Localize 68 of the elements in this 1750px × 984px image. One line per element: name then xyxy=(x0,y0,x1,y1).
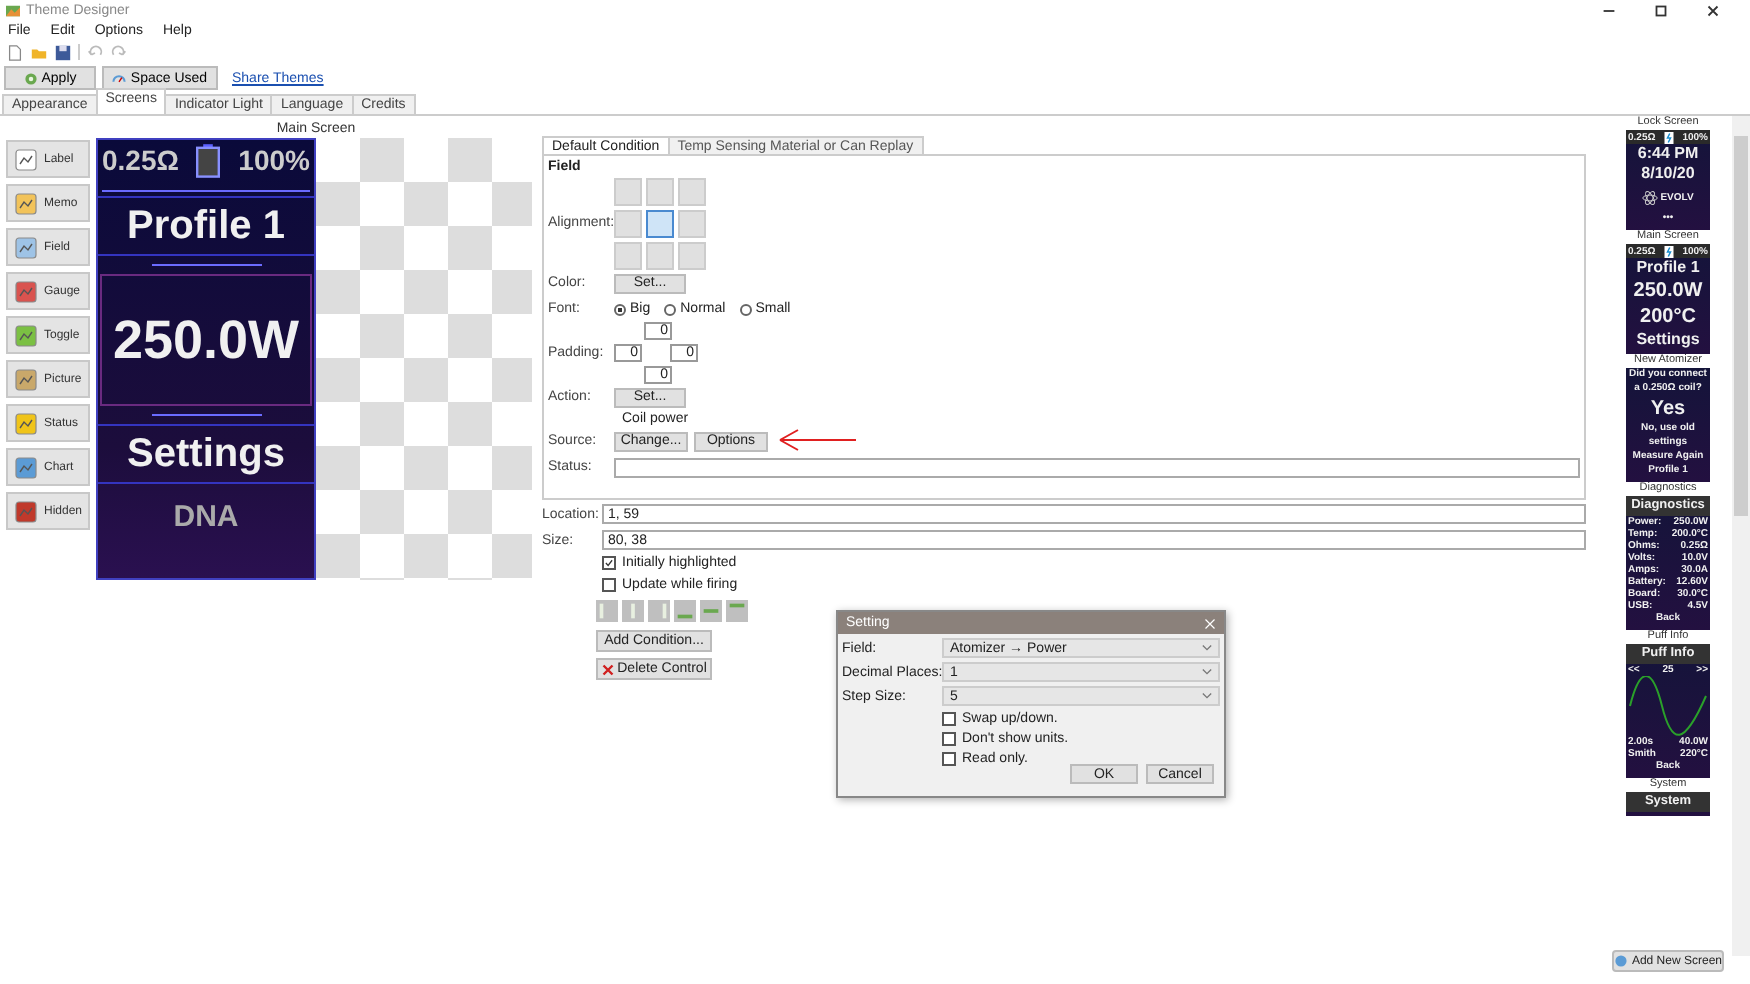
tool-icon xyxy=(14,235,38,259)
redo-icon[interactable] xyxy=(110,43,128,61)
folder-icon[interactable] xyxy=(30,43,48,61)
delete-icon xyxy=(601,663,614,675)
radio-button[interactable] xyxy=(664,303,677,315)
checkbox[interactable] xyxy=(942,751,956,765)
tool-icon xyxy=(14,147,38,171)
alignment-cell[interactable] xyxy=(614,178,642,206)
settings-label: Settings xyxy=(98,424,314,484)
align-button[interactable] xyxy=(648,599,670,621)
sine-wave-drawing xyxy=(1626,676,1710,736)
footer-label: DNA xyxy=(173,498,239,538)
checkbox[interactable] xyxy=(942,711,956,725)
radio-button[interactable] xyxy=(614,303,626,315)
new-file-icon[interactable] xyxy=(6,43,24,61)
gauge-icon xyxy=(112,71,127,85)
profile-label: Profile 1 xyxy=(98,196,314,256)
alignment-cell[interactable] xyxy=(646,210,674,238)
thumb-text: 6:44 PM xyxy=(1637,144,1699,164)
checkbox[interactable] xyxy=(942,731,956,745)
thumb-text: Yes xyxy=(1650,396,1686,422)
alignment-cell[interactable] xyxy=(678,178,706,206)
tool-icon xyxy=(14,279,38,303)
battery-icon xyxy=(196,143,221,177)
checkbox[interactable] xyxy=(602,578,616,592)
power-field[interactable]: 250.0W xyxy=(100,274,312,406)
alignment-cell[interactable] xyxy=(646,178,674,206)
align-button[interactable] xyxy=(726,599,748,621)
atom-logo-icon xyxy=(1642,190,1659,206)
caret-icon xyxy=(1202,644,1212,652)
tool-icon xyxy=(14,191,38,215)
gear-icon xyxy=(23,71,38,85)
checkbox[interactable] xyxy=(602,556,616,570)
alignment-cell[interactable] xyxy=(678,242,706,270)
thumb-text: Settings xyxy=(1636,330,1700,350)
app-icon xyxy=(6,3,20,17)
scrollbar[interactable] xyxy=(1732,116,1750,956)
undo-icon[interactable] xyxy=(86,43,104,61)
alignment-cell[interactable] xyxy=(614,210,642,238)
tool-icon xyxy=(14,455,38,479)
tool-icon xyxy=(14,411,38,435)
battery-icon xyxy=(1663,131,1674,143)
alignment-cell[interactable] xyxy=(614,242,642,270)
tool-icon xyxy=(14,367,38,391)
align-button[interactable] xyxy=(596,599,618,621)
thumb-text: 8/10/20 xyxy=(1641,164,1695,184)
thumb-text: 200°C xyxy=(1640,304,1696,330)
close-icon[interactable] xyxy=(1704,1,1722,19)
maximize-icon[interactable] xyxy=(1652,1,1670,19)
resistance-reading: 0.25Ω xyxy=(102,144,179,176)
save-icon[interactable] xyxy=(54,43,72,61)
caret-icon xyxy=(1202,692,1212,700)
alignment-cell[interactable] xyxy=(646,242,674,270)
arrow-annotation xyxy=(778,428,858,452)
add-icon xyxy=(1614,954,1628,968)
radio-button[interactable] xyxy=(739,303,752,315)
caret-icon xyxy=(1202,668,1212,676)
thumb-text: Profile 1 xyxy=(1636,258,1700,278)
align-button[interactable] xyxy=(622,599,644,621)
alignment-cell[interactable] xyxy=(678,210,706,238)
tool-icon xyxy=(14,323,38,347)
battery-icon xyxy=(1663,245,1674,257)
align-button[interactable] xyxy=(700,599,722,621)
status-field[interactable] xyxy=(614,457,1580,477)
battery-percent: 100% xyxy=(238,144,310,176)
tool-icon xyxy=(14,499,38,523)
align-button[interactable] xyxy=(674,599,696,621)
thumb-text: 250.0W xyxy=(1633,278,1703,304)
